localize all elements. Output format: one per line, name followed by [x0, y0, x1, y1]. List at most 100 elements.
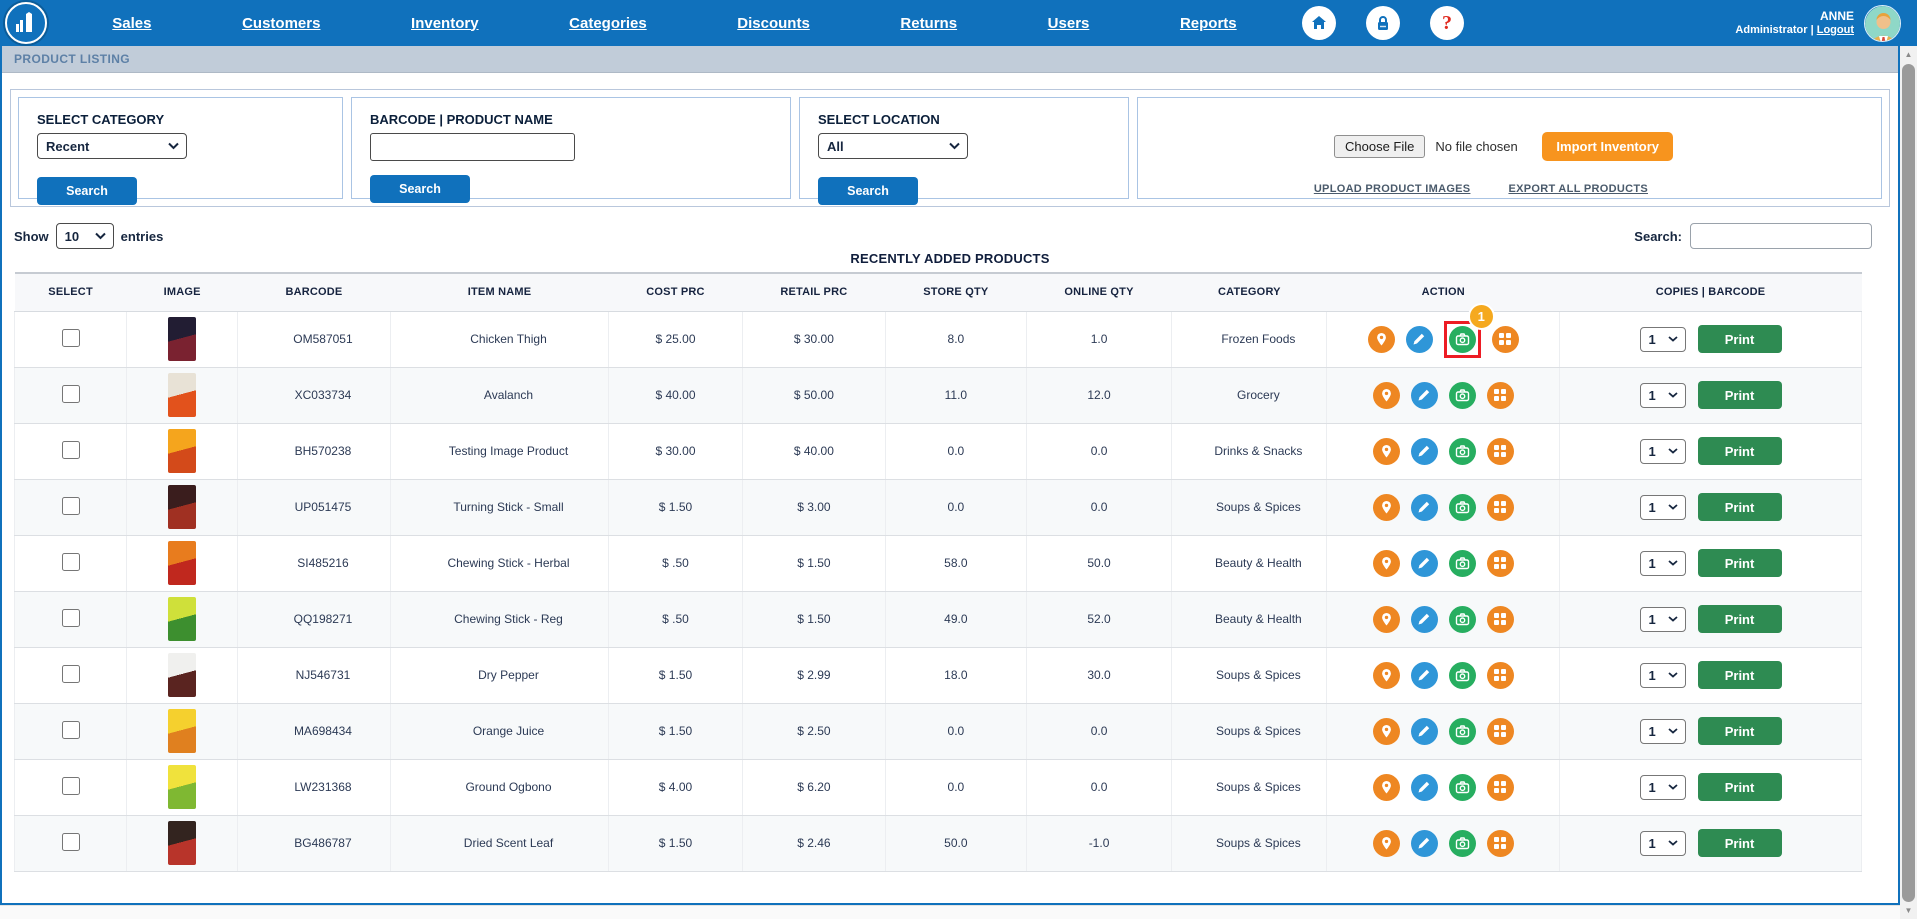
location-pin-icon[interactable] — [1372, 605, 1400, 633]
copies-select[interactable]: 1 — [1639, 494, 1686, 520]
copies-select[interactable]: 1 — [1639, 382, 1686, 408]
vertical-scrollbar[interactable]: ▲ ▼ — [1900, 46, 1917, 919]
print-barcode-button[interactable]: Print — [1697, 773, 1782, 801]
row-select-checkbox[interactable] — [61, 664, 80, 683]
home-icon[interactable] — [1302, 6, 1336, 40]
camera-icon[interactable] — [1448, 829, 1476, 857]
category-search-button[interactable]: Search — [37, 177, 137, 205]
nav-item-customers[interactable]: Customers — [242, 15, 320, 32]
print-barcode-button[interactable]: Print — [1697, 549, 1782, 577]
camera-icon[interactable] — [1448, 549, 1476, 577]
logout-link[interactable]: Logout — [1817, 24, 1854, 36]
edit-pencil-icon[interactable] — [1410, 605, 1438, 633]
lock-icon[interactable] — [1366, 6, 1400, 40]
location-pin-icon[interactable] — [1372, 661, 1400, 689]
copies-select[interactable]: 1 — [1639, 774, 1686, 800]
horizontal-scrollbar[interactable] — [0, 905, 1900, 919]
user-avatar[interactable] — [1864, 4, 1901, 42]
edit-pencil-icon[interactable] — [1405, 325, 1433, 353]
location-pin-icon[interactable] — [1372, 549, 1400, 577]
location-pin-icon[interactable] — [1372, 437, 1400, 465]
print-barcode-button[interactable]: Print — [1697, 717, 1782, 745]
location-pin-icon[interactable] — [1372, 493, 1400, 521]
row-select-checkbox[interactable] — [61, 440, 80, 459]
nav-item-users[interactable]: Users — [1048, 15, 1090, 32]
barcode-search-button[interactable]: Search — [370, 175, 470, 203]
row-select-checkbox[interactable] — [61, 328, 80, 347]
barcode-grid-icon[interactable] — [1486, 493, 1514, 521]
copies-select[interactable]: 1 — [1639, 662, 1686, 688]
location-pin-icon[interactable] — [1372, 773, 1400, 801]
print-barcode-button[interactable]: Print — [1697, 493, 1782, 521]
row-select-checkbox[interactable] — [61, 776, 80, 795]
edit-pencil-icon[interactable] — [1410, 549, 1438, 577]
barcode-grid-icon[interactable] — [1486, 605, 1514, 633]
print-barcode-button[interactable]: Print — [1697, 661, 1782, 689]
camera-icon[interactable] — [1448, 381, 1476, 409]
nav-item-reports[interactable]: Reports — [1180, 15, 1237, 32]
nav-item-sales[interactable]: Sales — [112, 15, 151, 32]
barcode-grid-icon[interactable] — [1486, 717, 1514, 745]
camera-icon[interactable] — [1448, 325, 1476, 353]
camera-icon[interactable] — [1448, 773, 1476, 801]
edit-pencil-icon[interactable] — [1410, 829, 1438, 857]
row-select-checkbox[interactable] — [61, 832, 80, 851]
nav-item-returns[interactable]: Returns — [900, 15, 957, 32]
import-inventory-button[interactable]: Import Inventory — [1542, 132, 1673, 161]
table-search-input[interactable] — [1690, 223, 1872, 249]
row-select-checkbox[interactable] — [61, 552, 80, 571]
location-pin-icon[interactable] — [1372, 381, 1400, 409]
edit-pencil-icon[interactable] — [1410, 437, 1438, 465]
camera-icon[interactable] — [1448, 717, 1476, 745]
export-all-products-link[interactable]: EXPORT ALL PRODUCTS — [1508, 183, 1648, 195]
location-pin-icon[interactable] — [1367, 325, 1395, 353]
camera-icon[interactable] — [1448, 661, 1476, 689]
location-pin-icon[interactable] — [1372, 829, 1400, 857]
barcode-product-input[interactable] — [370, 133, 575, 161]
app-logo[interactable] — [5, 2, 47, 44]
copies-select[interactable]: 1 — [1639, 830, 1686, 856]
location-pin-icon[interactable] — [1372, 717, 1400, 745]
copies-select[interactable]: 1 — [1639, 550, 1686, 576]
location-select[interactable]: All — [818, 133, 968, 159]
barcode-grid-icon[interactable] — [1486, 661, 1514, 689]
scroll-up-arrow[interactable]: ▲ — [1900, 46, 1917, 63]
edit-pencil-icon[interactable] — [1410, 717, 1438, 745]
location-search-button[interactable]: Search — [818, 177, 918, 205]
edit-pencil-icon[interactable] — [1410, 381, 1438, 409]
row-select-checkbox[interactable] — [61, 720, 80, 739]
copies-select[interactable]: 1 — [1639, 718, 1686, 744]
barcode-grid-icon[interactable] — [1486, 549, 1514, 577]
copies-select[interactable]: 1 — [1639, 326, 1686, 352]
camera-icon[interactable] — [1448, 437, 1476, 465]
barcode-grid-icon[interactable] — [1486, 773, 1514, 801]
row-select-checkbox[interactable] — [61, 496, 80, 515]
barcode-grid-icon[interactable] — [1486, 381, 1514, 409]
edit-pencil-icon[interactable] — [1410, 773, 1438, 801]
barcode-grid-icon[interactable] — [1491, 325, 1519, 353]
nav-item-inventory[interactable]: Inventory — [411, 15, 479, 32]
camera-icon[interactable] — [1448, 493, 1476, 521]
print-barcode-button[interactable]: Print — [1697, 325, 1782, 353]
camera-icon[interactable] — [1448, 605, 1476, 633]
scrollbar-thumb[interactable] — [1902, 64, 1915, 902]
upload-product-images-link[interactable]: UPLOAD PRODUCT IMAGES — [1314, 183, 1471, 195]
print-barcode-button[interactable]: Print — [1697, 829, 1782, 857]
barcode-grid-icon[interactable] — [1486, 437, 1514, 465]
category-select[interactable]: Recent — [37, 133, 187, 159]
help-icon[interactable]: ? — [1430, 6, 1464, 40]
edit-pencil-icon[interactable] — [1410, 661, 1438, 689]
nav-item-discounts[interactable]: Discounts — [737, 15, 810, 32]
print-barcode-button[interactable]: Print — [1697, 437, 1782, 465]
copies-select[interactable]: 1 — [1639, 438, 1686, 464]
file-input[interactable]: Choose File No file chosen — [1334, 135, 1518, 158]
print-barcode-button[interactable]: Print — [1697, 381, 1782, 409]
choose-file-button[interactable]: Choose File — [1334, 135, 1426, 158]
nav-item-categories[interactable]: Categories — [569, 15, 647, 32]
barcode-grid-icon[interactable] — [1486, 829, 1514, 857]
row-select-checkbox[interactable] — [61, 384, 80, 403]
row-select-checkbox[interactable] — [61, 608, 80, 627]
copies-select[interactable]: 1 — [1639, 606, 1686, 632]
scroll-down-arrow[interactable]: ▼ — [1900, 902, 1917, 919]
edit-pencil-icon[interactable] — [1410, 493, 1438, 521]
